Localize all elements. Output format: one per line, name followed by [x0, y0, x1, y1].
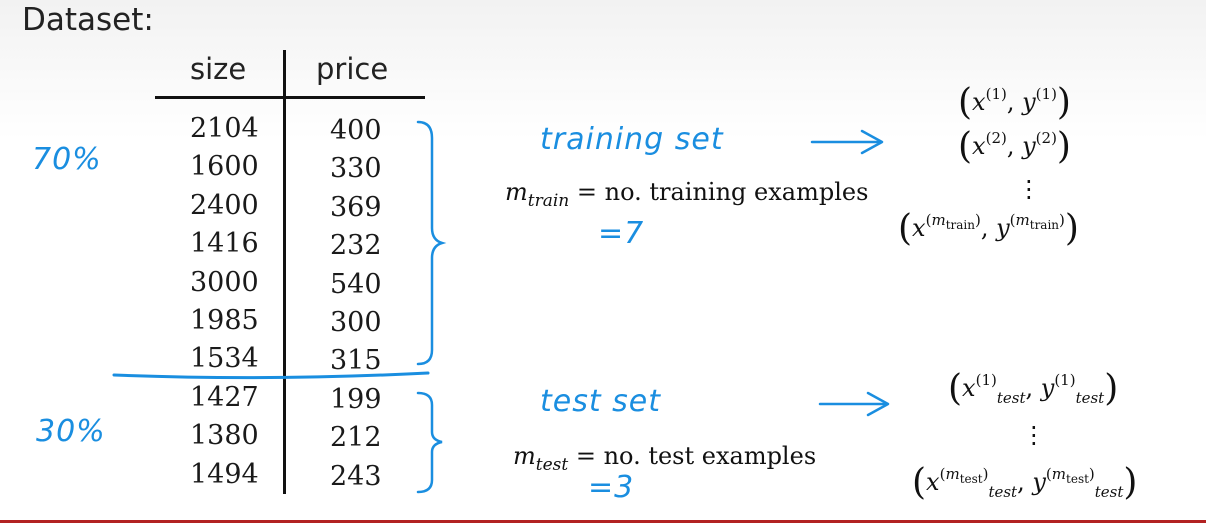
train-count-definition: mtrain = no. training examples	[505, 178, 868, 211]
train-tuple-1: (x(1), y(1))	[958, 82, 1071, 123]
test-ellipsis: · · ·	[1030, 414, 1038, 458]
train-arrow	[810, 129, 884, 155]
train-percentage: 70%	[32, 142, 102, 177]
train-count-value: =7	[598, 216, 645, 251]
test-tuple-m: (x(mtest)test, y(mtest)test)	[912, 462, 1138, 503]
m-symbol: m	[513, 442, 536, 470]
test-count-definition: mtest = no. test examples	[513, 442, 816, 475]
train-brace	[416, 120, 447, 366]
test-tuple-1: (x(1)test, y(1)test)	[948, 368, 1119, 409]
test-arrow	[818, 391, 890, 417]
training-set-label: training set	[540, 122, 724, 157]
test-set-label: test set	[540, 384, 661, 419]
test-brace	[416, 391, 443, 494]
test-subscript: test	[535, 455, 569, 475]
test-definition-text: = no. test examples	[568, 442, 817, 470]
train-subscript: train	[527, 191, 570, 211]
train-ellipsis: · · ·	[1025, 168, 1033, 212]
test-count-value: =3	[588, 470, 635, 505]
train-tuple-m: (x(mtrain), y(mtrain))	[898, 208, 1079, 249]
m-symbol: m	[505, 178, 528, 206]
train-definition-text: = no. training examples	[569, 178, 869, 206]
split-line	[112, 371, 430, 380]
test-percentage: 30%	[36, 414, 106, 449]
train-tuple-2: (x(2), y(2))	[958, 126, 1071, 167]
